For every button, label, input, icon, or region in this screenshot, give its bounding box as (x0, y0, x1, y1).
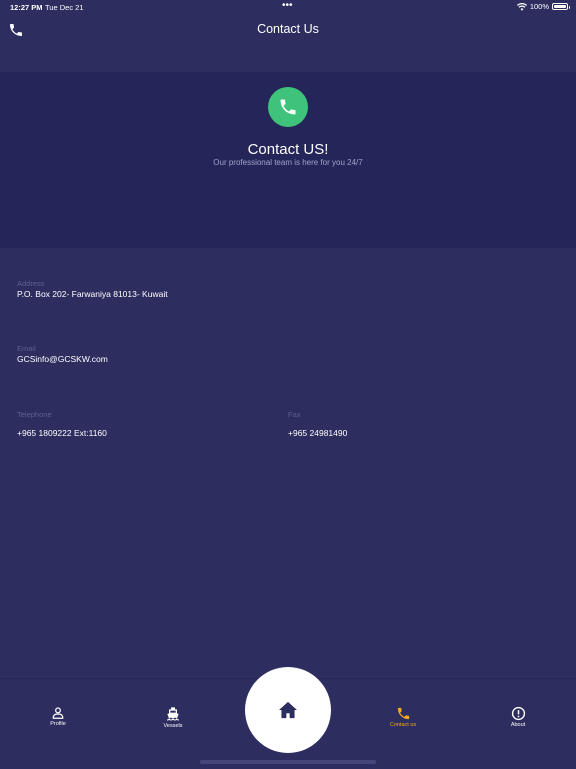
tab-label: Profile (50, 721, 66, 727)
battery-percent: 100% (529, 2, 549, 11)
telephone-label: Telephone (17, 410, 52, 419)
status-date: Tue Dec 21 (45, 3, 84, 12)
contact-badge (268, 87, 308, 127)
tab-label: About (510, 722, 526, 728)
tab-about[interactable]: About (488, 706, 548, 728)
hero-subtitle: Our professional team is here for you 24… (213, 158, 363, 167)
tab-label: Contact us (389, 722, 417, 728)
tab-contact-us[interactable]: Contact us (373, 706, 433, 728)
status-bar: 12:27 PM Tue Dec 21 ••• 100% (0, 0, 576, 14)
telephone-link[interactable]: +965 1809222 Ext:1160 (17, 428, 107, 438)
home-button[interactable] (245, 667, 331, 753)
tab-profile[interactable]: Profile (28, 706, 88, 727)
fax-label: Fax (288, 410, 301, 419)
contact-hero: Contact US! Our professional team is her… (0, 72, 576, 248)
tab-label: Vessels (163, 723, 183, 729)
address-label: Address (17, 279, 45, 288)
email-link[interactable]: GCSinfo@GCSKW.com (17, 354, 108, 364)
wifi-icon (516, 2, 527, 11)
page-title: Contact Us (257, 22, 319, 36)
nav-header: Contact Us (0, 14, 576, 46)
address-value: P.O. Box 202- Farwaniya 81013- Kuwait (17, 289, 168, 299)
multitasking-dots[interactable]: ••• (282, 0, 293, 11)
home-icon (279, 701, 297, 719)
tab-vessels[interactable]: Vessels (143, 706, 203, 729)
ship-icon (166, 707, 180, 721)
home-indicator[interactable] (200, 760, 376, 764)
battery-fill (554, 5, 566, 8)
info-icon (511, 706, 525, 721)
fax-value: +965 24981490 (288, 428, 348, 438)
phone-icon (280, 99, 296, 115)
battery-icon (552, 3, 570, 10)
email-label: Email (17, 344, 36, 353)
phone-icon (397, 707, 409, 720)
user-icon (52, 707, 64, 719)
status-time: 12:27 PM (10, 3, 43, 12)
hero-title: Contact US! (247, 141, 329, 158)
status-right: 100% (516, 2, 570, 11)
